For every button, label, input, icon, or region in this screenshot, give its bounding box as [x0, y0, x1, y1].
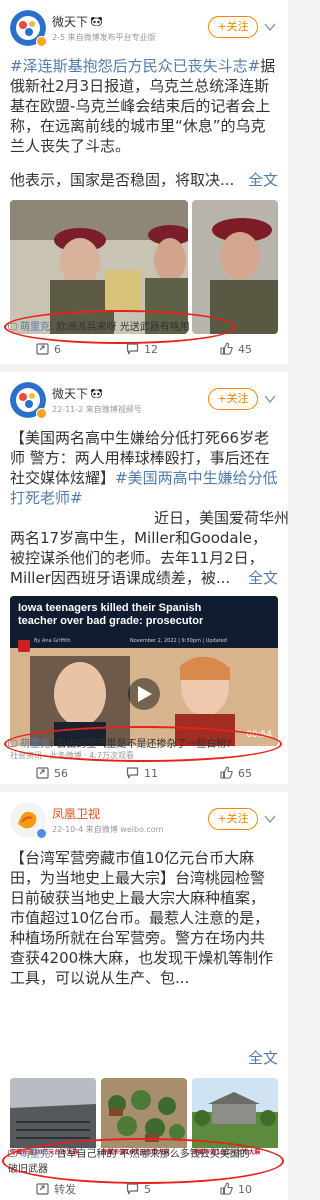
comment-icon [126, 343, 139, 355]
post-meta: 22-10-4 来自微博 weibo.com [52, 825, 164, 834]
repost-button[interactable]: 56 [36, 764, 68, 784]
post-text-continued: 他表示，国家是否稳固，将取决... [10, 171, 235, 189]
like-button[interactable]: 65 [220, 764, 252, 784]
repost-icon [36, 343, 49, 355]
feed: 微天下 2-5 来自微博发布平台专业版 +关注 #泽连斯基抱怨后方民众已丧失斗志… [0, 0, 288, 1200]
repost-icon [36, 1183, 49, 1195]
comment-bubble-icon [8, 323, 17, 330]
repost-icon [36, 767, 49, 779]
thumbs-up-icon [220, 1182, 233, 1195]
hashtag-link[interactable]: #泽连斯基抱怨后方民众已丧失斗志# [10, 57, 260, 75]
author-name[interactable]: 微天下 [52, 13, 103, 30]
action-bar: 6 12 45 [0, 340, 288, 360]
post-header: 凤凰卫视 22-10-4 来自微博 weibo.com +关注 [10, 802, 278, 842]
post-card: 凤凰卫视 22-10-4 来自微博 weibo.com +关注 【台湾军营旁藏市… [0, 792, 288, 1200]
post-text-line: 被控谋杀他们的老师。去年11月2日， [10, 549, 264, 567]
chevron-down-icon[interactable] [264, 22, 276, 32]
follow-button[interactable]: +关注 [208, 808, 258, 830]
video-player[interactable]: Iowa teenagers killed their Spanish teac… [10, 596, 278, 746]
video-headline: Iowa teenagers killed their Spanish teac… [18, 602, 204, 627]
comment-preview-continued: 破旧武器 [8, 1164, 48, 1175]
thumbs-up-icon [220, 766, 233, 779]
comment-icon [126, 767, 139, 779]
verified-badge-icon [36, 408, 47, 419]
expand-fulltext-link[interactable]: 全文 [241, 568, 278, 588]
author-name[interactable]: 凤凰卫视 [52, 805, 100, 822]
repost-button[interactable]: 转发 [36, 1180, 76, 1200]
post-meta: 22-11-2 来自微博视频号 [52, 405, 142, 414]
verified-badge-icon [36, 828, 47, 839]
repost-button[interactable]: 6 [36, 340, 61, 360]
post-text-line: 两名17岁高中生，Miller和Goodale， [10, 529, 268, 547]
comment-button[interactable]: 12 [126, 340, 158, 360]
post-text-line: Miller因西班牙语课成绩差，被... [10, 569, 231, 587]
comment-button[interactable]: 5 [126, 1180, 151, 1200]
video-byline: By Ana Griffith [34, 638, 71, 644]
post-text: 【美国两名高中生嫌给分低打死66岁老师 警方：两人用棒球棒殴打，事后还在社交媒体… [10, 429, 278, 507]
follow-button[interactable]: +关注 [208, 16, 258, 38]
chevron-down-icon[interactable] [264, 394, 276, 404]
panda-icon [91, 17, 103, 26]
like-button[interactable]: 10 [220, 1180, 252, 1200]
panda-icon [91, 389, 103, 398]
post-meta: 2-5 来自微博发布平台专业版 [52, 33, 156, 42]
expand-fulltext-link[interactable]: 全文 [241, 170, 278, 190]
comment-preview[interactable]: 萌里克: 自由的空气里是不是还掺杂了一些白粉? [8, 735, 270, 755]
action-bar: 转发 5 10 [0, 1180, 288, 1200]
post-photo-side[interactable] [192, 200, 278, 334]
comment-bubble-icon [8, 740, 17, 747]
author-name[interactable]: 微天下 [52, 385, 103, 402]
post-text: 【台湾军营旁藏市值10亿元台币大麻田，为当地史上最大宗】台湾桃园检警日前破获当地… [10, 849, 274, 987]
post-header: 微天下 2-5 来自微博发布平台专业版 +关注 [10, 10, 278, 50]
expand-fulltext-link[interactable]: 全文 [241, 1048, 278, 1068]
post-card: 微天下 2-5 来自微博发布平台专业版 +关注 #泽连斯基抱怨后方民众已丧失斗志… [0, 0, 288, 364]
like-button[interactable]: 45 [220, 340, 252, 360]
post-card: 微天下 22-11-2 来自微博视频号 +关注 【美国两名高中生嫌给分低打死66… [0, 372, 288, 784]
verified-badge-icon [36, 36, 47, 47]
post-text-line: 近日，美国爱荷华州 [154, 509, 288, 527]
post-header: 微天下 22-11-2 来自微博视频号 +关注 [10, 382, 278, 422]
comment-icon [126, 1183, 139, 1195]
comment-preview[interactable]: 萌里克: 欧洲派兵来呀 光送武器有啥用 [8, 318, 270, 338]
follow-button[interactable]: +关注 [208, 388, 258, 410]
chevron-down-icon[interactable] [264, 814, 276, 824]
news-logo-icon [18, 640, 30, 652]
video-date: November 2, 2022 | 9:30pm | Updated [130, 638, 227, 644]
thumbs-up-icon [220, 342, 233, 355]
action-bar: 56 11 65 [0, 764, 288, 784]
comment-button[interactable]: 11 [126, 764, 158, 784]
post-text: #泽连斯基抱怨后方民众已丧失斗志#据俄新社2月3日报道，乌克兰总统泽连斯基在欧盟… [10, 57, 276, 155]
comment-bubble-icon [8, 1150, 17, 1157]
post-photo-main[interactable] [10, 200, 188, 334]
